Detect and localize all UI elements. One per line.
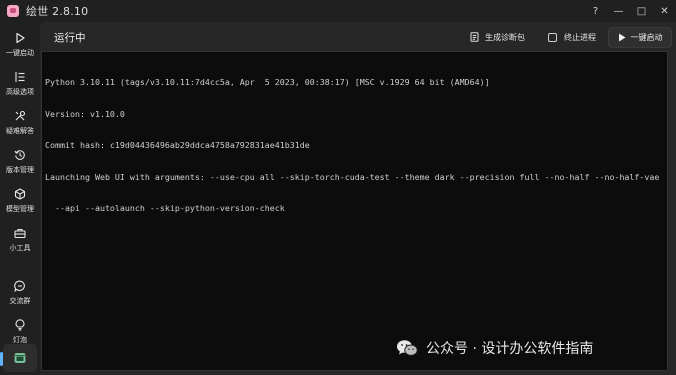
sidebar-item-label: 高级选项	[6, 88, 34, 96]
window-title: 绘世 2.8.10	[26, 5, 89, 18]
terminate-label: 终止进程	[564, 32, 596, 42]
sidebar-item-label: 小工具	[9, 244, 31, 252]
history-icon	[13, 148, 27, 162]
app-logo-icon	[7, 5, 19, 17]
sidebar-item-label: 版本管理	[6, 166, 34, 174]
sidebar-item-models[interactable]: 模型管理	[0, 180, 40, 216]
maximize-button[interactable]: □	[630, 0, 653, 22]
cube-icon	[13, 187, 27, 201]
sidebar-item-label: 疑难解答	[6, 127, 34, 135]
terminate-process-toggle[interactable]: 终止进程	[548, 29, 596, 45]
sidebar-item-community[interactable]: 交流群	[0, 272, 40, 308]
sidebar-item-tools[interactable]: 小工具	[0, 219, 40, 255]
watermark: 公众号 · 设计办公软件指南	[396, 338, 593, 358]
toolbox-icon	[13, 226, 27, 240]
launch-label: 一键启动	[630, 33, 663, 42]
sidebar-item-advanced[interactable]: 高级选项	[0, 63, 40, 99]
help-button[interactable]: ?	[584, 0, 607, 22]
sidebar-item-console[interactable]	[3, 344, 37, 372]
close-button[interactable]: ✕	[653, 0, 676, 22]
page-title: 运行中	[54, 32, 86, 44]
console-line: Launching Web UI with arguments: --use-c…	[45, 171, 660, 182]
sidebar-item-label: 模型管理	[6, 205, 34, 213]
watermark-text: 公众号 · 设计办公软件指南	[426, 341, 594, 357]
launch-button[interactable]: 一键启动	[608, 27, 672, 48]
sidebar-item-troubleshoot[interactable]: 疑难解答	[0, 102, 40, 138]
console-line: Python 3.10.11 (tags/v3.10.11:7d4cc5a, A…	[45, 77, 490, 87]
console-icon	[13, 351, 27, 365]
minimize-button[interactable]: —	[607, 0, 630, 22]
sliders-list-icon	[13, 70, 27, 84]
content-header: 运行中 生成诊断包 终止进程 一键启动	[40, 22, 676, 52]
console-line: --api --autolaunch --skip-python-version…	[45, 203, 285, 213]
console-line: Commit hash: c19d04436496ab29ddca4758a79…	[45, 140, 310, 150]
diagnostic-button[interactable]: 生成诊断包	[470, 29, 525, 45]
console-output[interactable]: Python 3.10.11 (tags/v3.10.11:7d4cc5a, A…	[41, 51, 668, 371]
sidebar-item-launch[interactable]: 一键启动	[0, 24, 40, 60]
sidebar-item-versions[interactable]: 版本管理	[0, 141, 40, 177]
sidebar: 一键启动 高级选项 疑难解答 版本管理 模型管理 小工具 交流群 灯泡	[0, 22, 40, 375]
terminate-checkbox[interactable]	[548, 32, 557, 42]
console-line: Version: v1.10.0	[45, 108, 125, 119]
wechat-logo-icon	[396, 339, 418, 357]
active-nav-indicator	[0, 352, 3, 366]
sidebar-item-bulb[interactable]: 灯泡	[0, 311, 40, 347]
sidebar-item-label: 交流群	[9, 297, 31, 305]
chat-icon	[13, 279, 27, 293]
app-window: 绘世 2.8.10 ? — □ ✕ 一键启动 高级选项 疑难解答 版本管理 模型…	[0, 0, 676, 375]
play-icon	[13, 31, 27, 45]
diagnostic-label: 生成诊断包	[485, 32, 525, 42]
title-bar: 绘世 2.8.10 ? — □ ✕	[0, 0, 676, 22]
window-controls: ? — □ ✕	[584, 0, 676, 22]
document-icon	[470, 32, 479, 42]
play-icon	[618, 33, 626, 42]
bulb-icon	[13, 318, 27, 332]
sidebar-item-label: 一键启动	[6, 49, 34, 57]
console-lines: Python 3.10.11 (tags/v3.10.11:7d4cc5a, A…	[45, 56, 659, 235]
tools-icon	[13, 109, 27, 123]
